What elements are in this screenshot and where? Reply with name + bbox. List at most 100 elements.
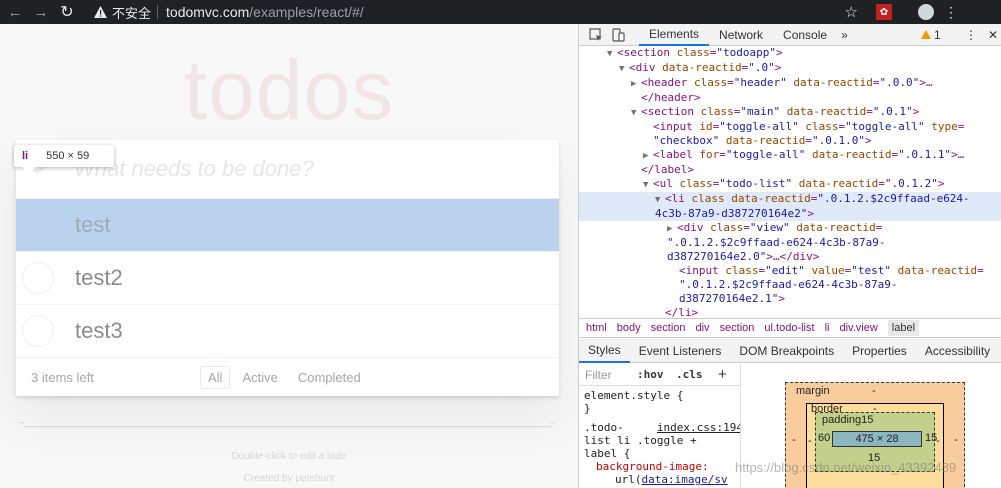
breadcrumb-item[interactable]: li (825, 322, 830, 334)
dom-node[interactable]: <input class="edit" value="test" data-re… (579, 264, 1001, 278)
cls-toggle[interactable]: .cls (676, 368, 703, 381)
todo-label[interactable]: test (75, 212, 110, 238)
breadcrumb-item[interactable]: label (887, 320, 920, 336)
hov-toggle[interactable]: :hov (637, 368, 664, 381)
inspect-element-icon[interactable] (589, 27, 603, 42)
dom-node[interactable]: </label> (579, 163, 1001, 177)
devtools-panel: Elements Network Console » 1 ⋮ ✕ ▼ <section… (578, 24, 1001, 488)
rule-selector[interactable]: .todo- index.css:194 (579, 421, 740, 434)
filter-all[interactable]: All (200, 365, 231, 389)
rule-selector-part-3: label { (584, 447, 631, 460)
breadcrumb-item[interactable]: html (586, 322, 607, 334)
dom-node[interactable]: ▶ <label for="toggle-all" data-reactid=".… (579, 148, 1001, 163)
element-style-close: } (584, 402, 591, 415)
subtab-event-listeners[interactable]: Event Listeners (630, 339, 731, 363)
filter-active[interactable]: Active (234, 366, 285, 389)
omnibox-separator (157, 5, 159, 19)
dom-node[interactable]: ▼ <section class="todoapp"> (579, 46, 1001, 61)
breadcrumb-item[interactable]: section (651, 322, 686, 334)
device-toolbar-icon[interactable] (611, 27, 625, 42)
subtab-styles[interactable]: Styles (579, 339, 630, 363)
todo-toggle-checkbox[interactable] (22, 209, 54, 241)
devtools-tab-elements[interactable]: Elements (639, 24, 710, 46)
styles-filter-input[interactable]: Filter (585, 368, 612, 382)
devtools-tabbar: Elements Network Console » 1 ⋮ ✕ (579, 24, 1001, 46)
info-author-link[interactable]: petehunt (295, 473, 334, 484)
todo-app: ❯ What needs to be done? test test2 test3 … (16, 140, 559, 396)
dom-node[interactable]: "checkbox" data-reactid=".0.1.0"> (579, 134, 1001, 148)
filters: All Active Completed (200, 365, 369, 389)
value-prefix: url( (615, 473, 642, 486)
todo-label[interactable]: test2 (75, 265, 123, 291)
box-model-content[interactable]: 475 × 28 (832, 431, 922, 447)
dom-node[interactable]: <input id="toggle-all" class="toggle-all… (579, 120, 1001, 134)
bookmark-star-icon[interactable]: ☆ (845, 3, 858, 21)
dom-node[interactable]: d387270164e2.0">…</div> (579, 250, 1001, 264)
data-uri-link[interactable]: data:image/sv (642, 473, 728, 486)
back-icon[interactable]: ← (4, 1, 26, 23)
padding-label: padding15 (822, 414, 874, 426)
dom-node[interactable]: ".0.1.2.$2c9ffaad-e624-4c3b-87a9- (579, 278, 1001, 292)
dom-node[interactable]: ▶ <header class="header" data-reactid=".0… (579, 76, 1001, 91)
devtools-menu-icon[interactable]: ⋮ (965, 28, 977, 42)
todo-item[interactable]: test2 (16, 252, 559, 305)
dom-node[interactable]: ".0.1.2.$2c9ffaad-e624-4c3b-87a9- (579, 236, 1001, 250)
dom-node[interactable]: ▼ <section class="main" data-reactid=".0.… (579, 105, 1001, 120)
todo-item[interactable]: test3 (16, 305, 559, 358)
padding-right-value[interactable]: 15 (925, 432, 937, 444)
dom-node[interactable]: ▶ <div class="view" data-reactid= (579, 221, 1001, 236)
box-model-border: border - - - padding15 60 475 × 28 15 15 (806, 403, 944, 488)
padding-left-value[interactable]: 60 (818, 432, 830, 444)
warnings-badge[interactable]: 1 (921, 28, 941, 42)
collapse-icon: ▼ (643, 180, 649, 190)
rule-selector-part-1: .todo- (584, 421, 624, 434)
forward-icon[interactable]: → (30, 1, 52, 23)
new-style-rule-icon[interactable]: + (718, 366, 727, 383)
dom-node-selected[interactable]: 4c3b-87a9-d387270164e2"> (579, 207, 1001, 221)
breadcrumb-item[interactable]: div (696, 322, 710, 334)
dom-node[interactable]: d387270164e2.1"> (579, 292, 1001, 306)
border-left-value[interactable]: - (808, 435, 812, 447)
dom-node-selected[interactable]: ▼ <li class data-reactid=".0.1.2.$2c9ffaa… (579, 192, 1001, 207)
dom-node[interactable]: ▼ <div data-reactid=".0"> (579, 61, 1001, 76)
profile-avatar[interactable] (918, 4, 934, 20)
subtab-accessibility[interactable]: Accessibility (916, 339, 999, 363)
address-bar[interactable]: 不安全 todomvc.com /examples/react/#/ ☆ (88, 1, 872, 23)
todo-toggle-checkbox[interactable] (22, 315, 54, 347)
style-value[interactable]: url(data:image/sv (579, 473, 740, 486)
rule-source-link[interactable]: index.css:194 (657, 421, 740, 434)
inspector-tooltip: li 550 × 59 (14, 145, 114, 167)
style-property[interactable]: background-image: (579, 460, 740, 473)
margin-top-value[interactable]: - (872, 385, 876, 397)
devtools-close-icon[interactable]: ✕ (988, 28, 998, 42)
todo-label[interactable]: test3 (75, 318, 123, 344)
reload-icon[interactable]: ↻ (56, 1, 78, 23)
devtools-tab-console[interactable]: Console (773, 24, 837, 46)
dom-node[interactable]: </li> (579, 306, 1001, 318)
breadcrumb-item[interactable]: ul.todo-list (764, 322, 814, 334)
browser-menu-icon[interactable]: ⋮ (944, 4, 958, 21)
todo-toggle-checkbox[interactable] (22, 262, 54, 294)
dom-node[interactable]: </header> (579, 91, 1001, 105)
breadcrumb-item[interactable]: section (720, 322, 755, 334)
dom-tree[interactable]: ▼ <section class="todoapp"> ▼ <div data-re… (579, 46, 1001, 318)
collapse-icon: ▼ (607, 49, 613, 59)
breadcrumb-item[interactable]: body (617, 322, 641, 334)
info-credits: Created by petehunt (0, 473, 578, 484)
filter-completed[interactable]: Completed (290, 366, 369, 389)
todo-item[interactable]: test (16, 199, 559, 252)
more-tabs-icon[interactable]: » (841, 28, 848, 42)
devtools-tab-network[interactable]: Network (709, 24, 773, 46)
todo-list: test test2 test3 (16, 199, 559, 358)
expand-icon: ▶ (667, 224, 673, 234)
watermark: https://blog.csdn.net/weixin_43392489 (735, 460, 957, 475)
subtab-properties[interactable]: Properties (843, 339, 916, 363)
margin-left-value[interactable]: - (792, 434, 796, 446)
extension-icon[interactable]: ✿ (876, 4, 892, 20)
breadcrumb-item[interactable]: div.view (839, 322, 877, 334)
dom-node[interactable]: ▼ <ul class="todo-list" data-reactid=".0.… (579, 177, 1001, 192)
element-style-open[interactable]: element.style { (579, 389, 740, 402)
margin-right-value[interactable]: - (954, 434, 958, 446)
subtab-dom-breakpoints[interactable]: DOM Breakpoints (730, 339, 843, 363)
collapse-icon: ▼ (655, 195, 661, 205)
